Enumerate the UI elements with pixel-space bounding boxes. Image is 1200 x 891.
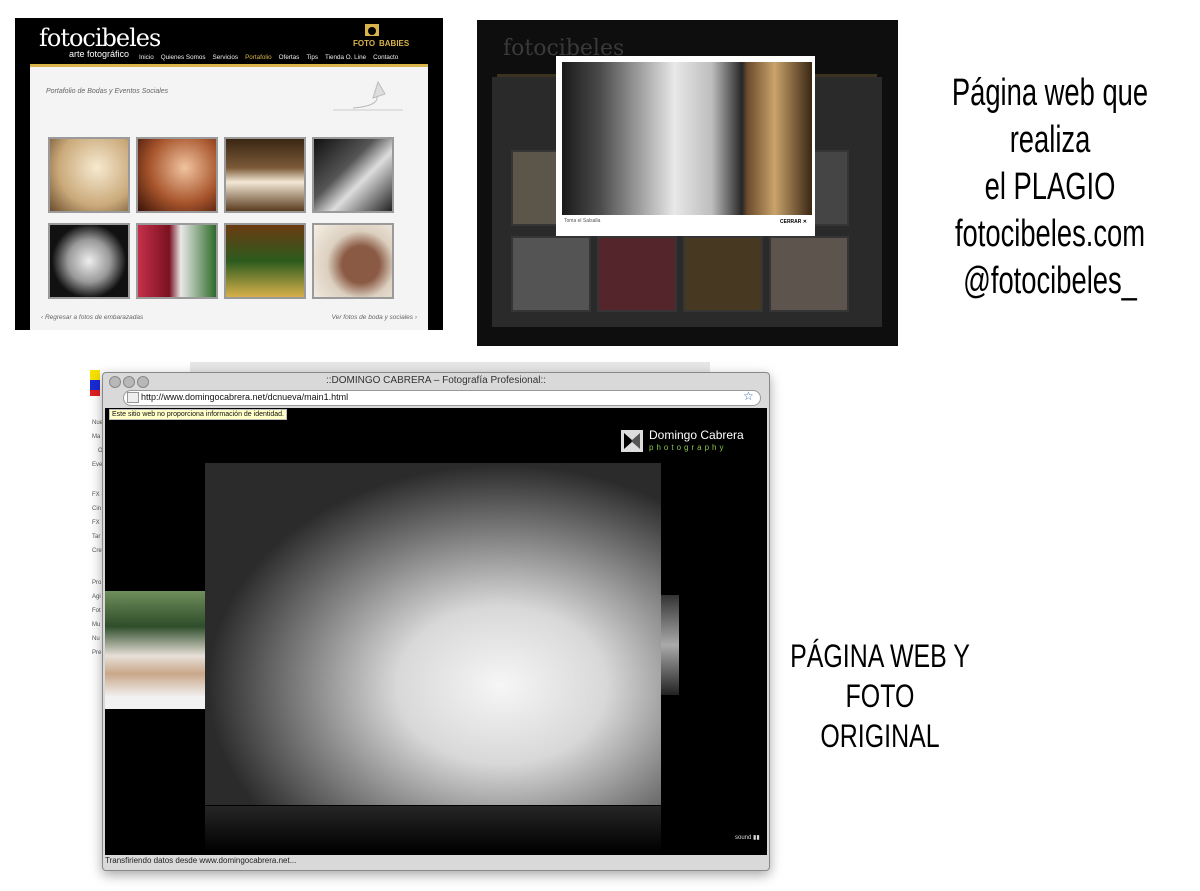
nav-item-tienda[interactable]: Tienda O. Line <box>325 54 366 61</box>
dimmed-thumb <box>769 236 849 312</box>
portfolio-grid <box>48 137 408 299</box>
color-swatch-red <box>90 390 100 396</box>
site-identity-icon[interactable] <box>127 392 139 403</box>
nav-item-inicio[interactable]: Inicio <box>139 54 154 61</box>
nav-item-portafolio[interactable]: Portafolio <box>245 54 272 61</box>
color-swatch-blue <box>90 380 100 390</box>
panel-item[interactable]: Fot <box>92 608 101 614</box>
svg-text:FOTO: FOTO <box>353 39 375 48</box>
nav-item-servicios[interactable]: Servicios <box>213 54 239 61</box>
lightbox-caption: Toma el Salsalla <box>564 218 601 224</box>
next-gallery-link[interactable]: Ver fotos de boda y sociales › <box>332 314 417 321</box>
brand-name: Domingo Cabrera <box>649 428 744 442</box>
color-swatch-yellow <box>90 370 100 380</box>
portfolio-thumb[interactable] <box>224 223 306 299</box>
side-group-photo[interactable] <box>105 591 205 709</box>
panel-item[interactable]: Cin <box>92 506 101 512</box>
identity-tooltip: Este sitio web no proporciona informació… <box>109 409 287 420</box>
nav-item-contacto[interactable]: Contacto <box>373 54 398 61</box>
brand-subtitle: photography <box>649 443 727 452</box>
bookmark-star-icon[interactable]: ☆ <box>743 389 754 403</box>
site-nav: Inicio Quienes Somos Servicios Portafoli… <box>139 54 398 61</box>
panel-item[interactable]: Ma <box>92 434 100 440</box>
dimmed-thumb <box>597 236 677 312</box>
nav-item-ofertas[interactable]: Ofertas <box>279 54 300 61</box>
lightbox-close-button[interactable]: CERRAR ✕ <box>780 219 807 225</box>
nav-item-tips[interactable]: Tips <box>306 54 318 61</box>
note-line: @fotocibeles_ <box>963 260 1137 302</box>
note-line: fotocibeles.com <box>954 213 1146 255</box>
note-line: PÁGINA WEB Y <box>790 638 970 674</box>
lightbox-modal: Toma el Salsalla CERRAR ✕ <box>556 56 815 236</box>
note-line: Página web que realiza <box>951 72 1149 161</box>
portfolio-footer: ‹ Regresar a fotos de embarazadas Ver fo… <box>41 314 417 321</box>
panel-item[interactable]: FX <box>92 520 100 526</box>
nav-item-quienes-somos[interactable]: Quienes Somos <box>161 54 206 61</box>
portfolio-thumb[interactable] <box>312 137 394 213</box>
fotocibeles-lightbox-screenshot: fotocibeles Toma el Salsalla CERRAR ✕ <box>477 20 898 346</box>
sound-label: sound <box>735 835 752 841</box>
sound-toggle[interactable]: sound ▮▮ <box>735 834 760 841</box>
portfolio-thumb[interactable] <box>48 137 130 213</box>
status-bar: Transfiriendo datos desde www.domingocab… <box>105 856 297 865</box>
photo-reflection <box>205 806 661 852</box>
svg-text:BABIES: BABIES <box>379 39 410 48</box>
site-logo-subtitle: arte fotográfico <box>69 49 130 59</box>
url-text[interactable]: http://www.domingocabrera.net/dcnueva/ma… <box>141 392 348 402</box>
prev-gallery-link[interactable]: ‹ Regresar a fotos de embarazadas <box>41 314 143 321</box>
fotocibeles-screenshot: fotocibeles arte fotográfico FOTO BABIES… <box>15 18 443 330</box>
dimmed-thumb <box>683 236 763 312</box>
portfolio-thumb[interactable] <box>48 223 130 299</box>
portfolio-title: Portafolio de Bodas y Eventos Sociales <box>46 88 169 95</box>
panel-item[interactable]: Nu <box>92 636 100 642</box>
window-title: ::DOMINGO CABRERA – Fotografía Profesion… <box>325 375 547 386</box>
featured-wedding-photo <box>205 463 661 805</box>
portfolio-thumb[interactable] <box>312 223 394 299</box>
panel-item[interactable]: Agi <box>92 594 101 600</box>
panel-item[interactable]: Mu <box>92 622 100 628</box>
foto-badge-logo: FOTO BABIES <box>353 24 410 48</box>
flower-decoration <box>333 80 403 111</box>
panel-item[interactable]: Pro <box>92 580 101 586</box>
dimmed-thumb <box>511 236 591 312</box>
note-line: el PLAGIO <box>984 166 1116 208</box>
note-line: FOTO ORIGINAL <box>820 678 940 754</box>
panel-item[interactable]: Eve <box>92 462 102 468</box>
sound-bars-icon: ▮▮ <box>753 835 760 841</box>
portfolio-thumb[interactable] <box>224 137 306 213</box>
panel-item[interactable]: Pre <box>92 650 101 656</box>
original-note: PÁGINA WEB Y FOTO ORIGINAL <box>786 636 973 756</box>
side-photo-right[interactable] <box>661 595 679 695</box>
portfolio-thumb[interactable] <box>136 137 218 213</box>
browser-window: ::DOMINGO CABRERA – Fotografía Profesion… <box>102 372 770 871</box>
site-logo: fotocibeles <box>39 24 161 52</box>
portfolio-thumb[interactable] <box>136 223 218 299</box>
lightbox-photo <box>562 62 812 215</box>
panel-item[interactable]: Cre <box>92 548 102 554</box>
panel-item[interactable]: Tar <box>92 534 100 540</box>
plagiarism-note: Página web que realiza el PLAGIO fotocib… <box>942 70 1158 305</box>
